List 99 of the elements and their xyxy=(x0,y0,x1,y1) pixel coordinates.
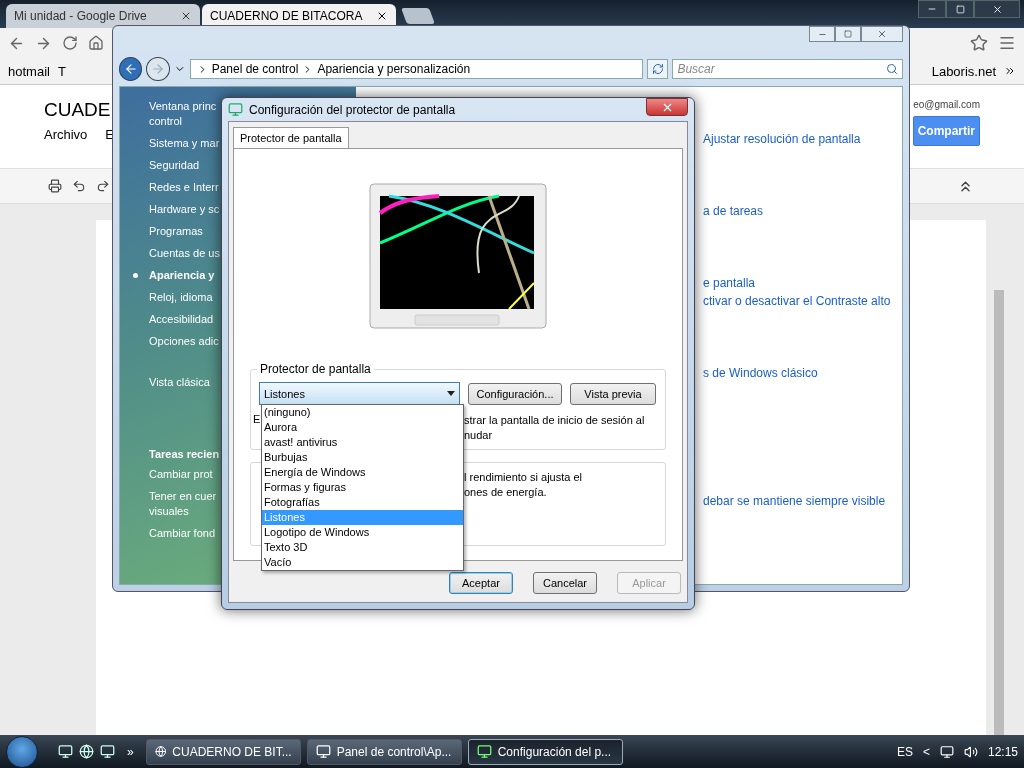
document-title: CUADE xyxy=(44,99,111,121)
task-link[interactable]: s de Windows clásico xyxy=(703,366,818,380)
sidebar-link[interactable]: Seguridad xyxy=(149,158,200,173)
search-icon[interactable] xyxy=(886,63,898,75)
more-button[interactable]: » xyxy=(127,744,134,759)
task-link[interactable]: ctivar o desactivar el Contraste alto xyxy=(703,294,891,308)
dropdown-option[interactable]: Logotipo de Windows xyxy=(262,525,463,540)
menu-item[interactable]: Archivo xyxy=(44,127,88,142)
sidebar-link[interactable]: Accesibilidad xyxy=(149,312,214,327)
taskbar-button[interactable]: Panel de control\Ap... xyxy=(306,738,462,765)
back-arrow-icon xyxy=(123,62,138,76)
sidebar-link[interactable]: Redes e Interr xyxy=(149,180,219,195)
dropdown-option[interactable]: Burbujas xyxy=(262,450,463,465)
bookmark-link[interactable]: T xyxy=(57,63,66,79)
menu-icon[interactable] xyxy=(998,34,1016,52)
sidebar-link[interactable]: Cuentas de us xyxy=(149,246,220,261)
dropdown-option[interactable]: Energía de Windows xyxy=(262,465,463,480)
redo-icon[interactable] xyxy=(96,179,110,193)
dropdown-option[interactable]: Aurora xyxy=(262,420,463,435)
option-text: E xyxy=(253,413,261,425)
taskbar-button[interactable]: Configuración del p... xyxy=(467,738,623,765)
settings-button[interactable]: Configuración... xyxy=(468,382,562,405)
reload-icon[interactable] xyxy=(62,35,78,51)
sidebar-link[interactable]: Programas xyxy=(149,224,203,239)
forward-arrow-icon xyxy=(151,62,166,76)
sidebar-link[interactable]: Ventana princ control xyxy=(149,99,217,129)
screensaver-dropdown[interactable]: Listones xyxy=(259,382,460,405)
dropdown-arrow-icon xyxy=(447,391,455,396)
dialog-button[interactable]: Cancelar xyxy=(533,572,597,594)
power-text: l rendimiento si ajusta el ones de energía. xyxy=(464,470,583,500)
option-text: strar la pantalla de inicio de sesión al nudar xyxy=(464,413,645,443)
sidebar-link[interactable]: Reloj, idioma xyxy=(149,290,213,305)
task-link[interactable]: debar se mantiene siempre visible xyxy=(703,494,886,508)
star-icon[interactable] xyxy=(970,34,988,52)
close-icon[interactable] xyxy=(180,10,192,22)
dropdown-option[interactable]: avast! antivirus xyxy=(262,435,463,450)
section-heading: Tareas recien xyxy=(149,448,220,460)
group-label: Protector de pantalla xyxy=(257,362,374,376)
restore-button[interactable] xyxy=(946,0,974,18)
refresh-icon xyxy=(651,63,664,75)
undo-icon[interactable] xyxy=(72,179,86,193)
dialog-title: Configuración del protector de pantalla xyxy=(249,102,457,117)
close-button[interactable] xyxy=(646,98,688,116)
tray-toggle[interactable]: < xyxy=(922,744,930,759)
dropdown-option[interactable]: (ninguno) xyxy=(262,405,463,420)
start-button[interactable] xyxy=(6,735,38,768)
dropdown-option[interactable]: Fotografías xyxy=(262,495,463,510)
minimize-button[interactable] xyxy=(809,26,835,42)
bookmark-link[interactable]: hotmail xyxy=(8,63,50,79)
breadcrumb-item[interactable]: Apariencia y personalización xyxy=(317,62,471,76)
breadcrumb-item[interactable]: Panel de control xyxy=(211,62,299,76)
sidebar-link[interactable]: Vista clásica xyxy=(149,376,210,388)
sidebar-link[interactable]: Opciones adic xyxy=(149,334,219,349)
back-button[interactable] xyxy=(119,57,143,81)
globe-icon[interactable] xyxy=(79,744,94,759)
print-icon[interactable] xyxy=(48,179,62,193)
preview-button[interactable]: Vista previa xyxy=(570,382,656,405)
language-indicator[interactable]: ES xyxy=(896,744,913,759)
dialog-button[interactable]: Aceptar xyxy=(449,572,513,594)
dropdown-option[interactable]: Formas y figuras xyxy=(262,480,463,495)
dialog-tab[interactable]: Protector de pantalla xyxy=(233,127,349,148)
refresh-button[interactable] xyxy=(646,59,669,79)
forward-button[interactable] xyxy=(146,57,170,81)
browser-tab[interactable]: Mi unidad - Google Drive xyxy=(6,4,200,28)
close-icon xyxy=(991,3,1003,15)
globe-icon xyxy=(154,744,167,759)
restore-icon xyxy=(955,4,965,14)
desktop-icon[interactable] xyxy=(58,744,73,759)
dropdown-option[interactable]: Texto 3D xyxy=(262,540,463,555)
sidebar-link[interactable]: Sistema y mar xyxy=(149,136,220,151)
monitor-icon[interactable] xyxy=(100,744,115,759)
task-link[interactable]: e pantalla xyxy=(703,276,756,290)
scrollbar-thumb[interactable] xyxy=(994,290,1004,735)
search-field[interactable]: Buscar xyxy=(672,59,903,79)
task-link[interactable]: a de tareas xyxy=(703,204,764,218)
monitor-icon xyxy=(315,744,331,759)
taskbar-button[interactable]: CUADERNO DE BIT... xyxy=(145,738,301,765)
clock[interactable]: 12:15 xyxy=(987,744,1018,759)
home-icon[interactable] xyxy=(88,35,104,51)
minimize-button[interactable] xyxy=(918,0,946,18)
monitor-icon xyxy=(228,102,243,117)
dropdown-option[interactable]: Vacío xyxy=(262,555,463,570)
close-icon xyxy=(877,29,887,39)
account-email[interactable]: eo@gmail.com xyxy=(913,99,980,110)
bookmark-link[interactable]: Laboris.net xyxy=(931,63,996,79)
maximize-icon xyxy=(844,30,852,38)
bullet-icon xyxy=(133,273,138,278)
browser-tab[interactable]: CUADERNO DE BITACORA xyxy=(202,4,396,28)
task-link[interactable]: Ajustar resolución de pantalla xyxy=(703,132,861,146)
maximize-button[interactable] xyxy=(835,26,861,42)
sidebar-link[interactable]: Apariencia y xyxy=(149,268,215,283)
more-bookmarks-icon[interactable] xyxy=(1004,65,1016,77)
sidebar-link[interactable]: Hardware y sc xyxy=(149,202,220,217)
address-bar[interactable]: Panel de control Apariencia y personalización xyxy=(189,59,643,79)
close-icon[interactable] xyxy=(376,10,388,22)
new-tab-button[interactable] xyxy=(401,8,435,24)
close-button[interactable] xyxy=(861,26,903,42)
monitor-icon xyxy=(476,744,492,759)
volume-icon[interactable] xyxy=(963,744,978,759)
